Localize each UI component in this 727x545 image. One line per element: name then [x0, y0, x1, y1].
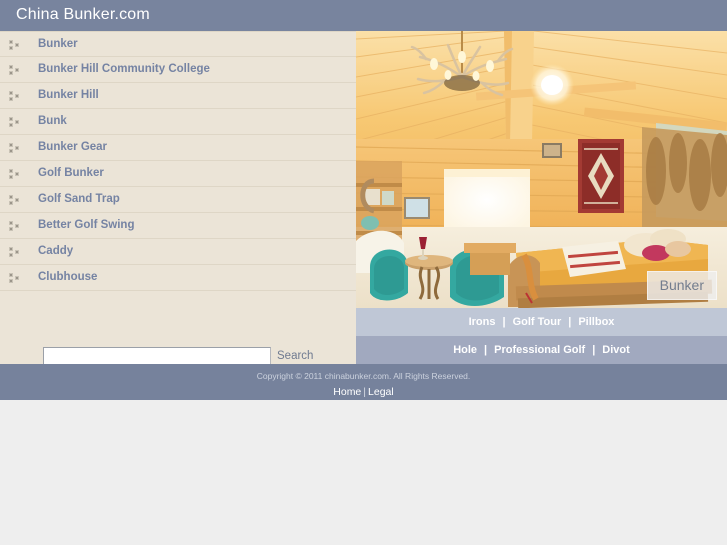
page-root: China Bunker.com Bunker Bunker Hill Commu…	[0, 0, 727, 545]
sidebar-item-label: Bunk	[38, 115, 67, 127]
sidebar-item-label: Bunker	[38, 38, 78, 50]
list-bullet-icon	[9, 117, 21, 128]
link-separator: |	[592, 344, 596, 356]
sidebar: Bunker Bunker Hill Community College Bunke…	[0, 31, 356, 366]
list-bullet-icon	[9, 247, 21, 258]
sidebar-item-0[interactable]: Bunker	[0, 31, 356, 57]
bar-link-pillbox[interactable]: Pillbox	[574, 308, 618, 336]
hero-photo: Bunker	[356, 31, 727, 308]
cabin-interior-illustration	[356, 31, 727, 308]
list-bullet-icon	[9, 40, 21, 51]
sidebar-item-7[interactable]: Better Golf Swing	[0, 213, 356, 239]
link-separator: |	[484, 344, 488, 356]
sidebar-item-3[interactable]: Bunk	[0, 109, 356, 135]
footer-separator: |	[363, 386, 367, 398]
sidebar-item-8[interactable]: Caddy	[0, 239, 356, 265]
sidebar-item-9[interactable]: Clubhouse	[0, 265, 356, 291]
list-bullet-icon	[9, 273, 21, 284]
sidebar-item-label: Bunker Gear	[38, 141, 108, 153]
list-bullet-icon	[9, 169, 21, 180]
list-bullet-icon	[9, 195, 21, 206]
link-separator: |	[502, 316, 506, 328]
bar-link-divot[interactable]: Divot	[598, 336, 634, 364]
list-bullet-icon	[9, 65, 21, 76]
footer-links: Home | Legal	[0, 386, 727, 398]
sidebar-item-label: Clubhouse	[38, 271, 98, 283]
site-header: China Bunker.com	[0, 0, 727, 31]
list-bullet-icon	[9, 91, 21, 102]
footer-link-legal[interactable]: Legal	[368, 386, 394, 398]
sidebar-item-label: Bunker Hill Community College	[38, 63, 210, 75]
sidebar-item-label: Golf Bunker	[38, 167, 104, 179]
site-footer: Copyright © 2011 chinabunker.com. All Ri…	[0, 364, 727, 400]
sidebar-item-label: Better Golf Swing	[38, 219, 135, 231]
sidebar-item-label: Caddy	[38, 245, 74, 257]
copyright-text: Copyright © 2011 chinabunker.com. All Ri…	[256, 371, 471, 381]
sidebar-link-list: Bunker Bunker Hill Community College Bunke…	[0, 31, 356, 291]
bar-link-professional-golf[interactable]: Professional Golf	[490, 336, 589, 364]
footer-link-home[interactable]: Home	[333, 386, 361, 398]
link-bar-lower: Hole | Professional Golf | Divot	[356, 336, 727, 364]
bar-link-golf-tour[interactable]: Golf Tour	[509, 308, 566, 336]
sidebar-item-6[interactable]: Golf Sand Trap	[0, 187, 356, 213]
sidebar-item-2[interactable]: Bunker Hill	[0, 83, 356, 109]
link-separator: |	[568, 316, 572, 328]
sidebar-item-4[interactable]: Bunker Gear	[0, 135, 356, 161]
list-bullet-icon	[9, 221, 21, 232]
search-button[interactable]: Search	[277, 350, 313, 362]
search-area: Search	[0, 311, 356, 366]
link-bar-upper: Irons | Golf Tour | Pillbox	[356, 308, 727, 336]
sidebar-item-1[interactable]: Bunker Hill Community College	[0, 57, 356, 83]
sidebar-item-label: Bunker Hill	[38, 89, 99, 101]
sidebar-item-5[interactable]: Golf Bunker	[0, 161, 356, 187]
photo-badge: Bunker	[646, 271, 717, 300]
site-title: China Bunker.com	[16, 6, 150, 23]
bar-link-hole[interactable]: Hole	[449, 336, 481, 364]
bar-link-irons[interactable]: Irons	[465, 308, 500, 336]
list-bullet-icon	[9, 143, 21, 154]
sidebar-item-label: Golf Sand Trap	[38, 193, 120, 205]
